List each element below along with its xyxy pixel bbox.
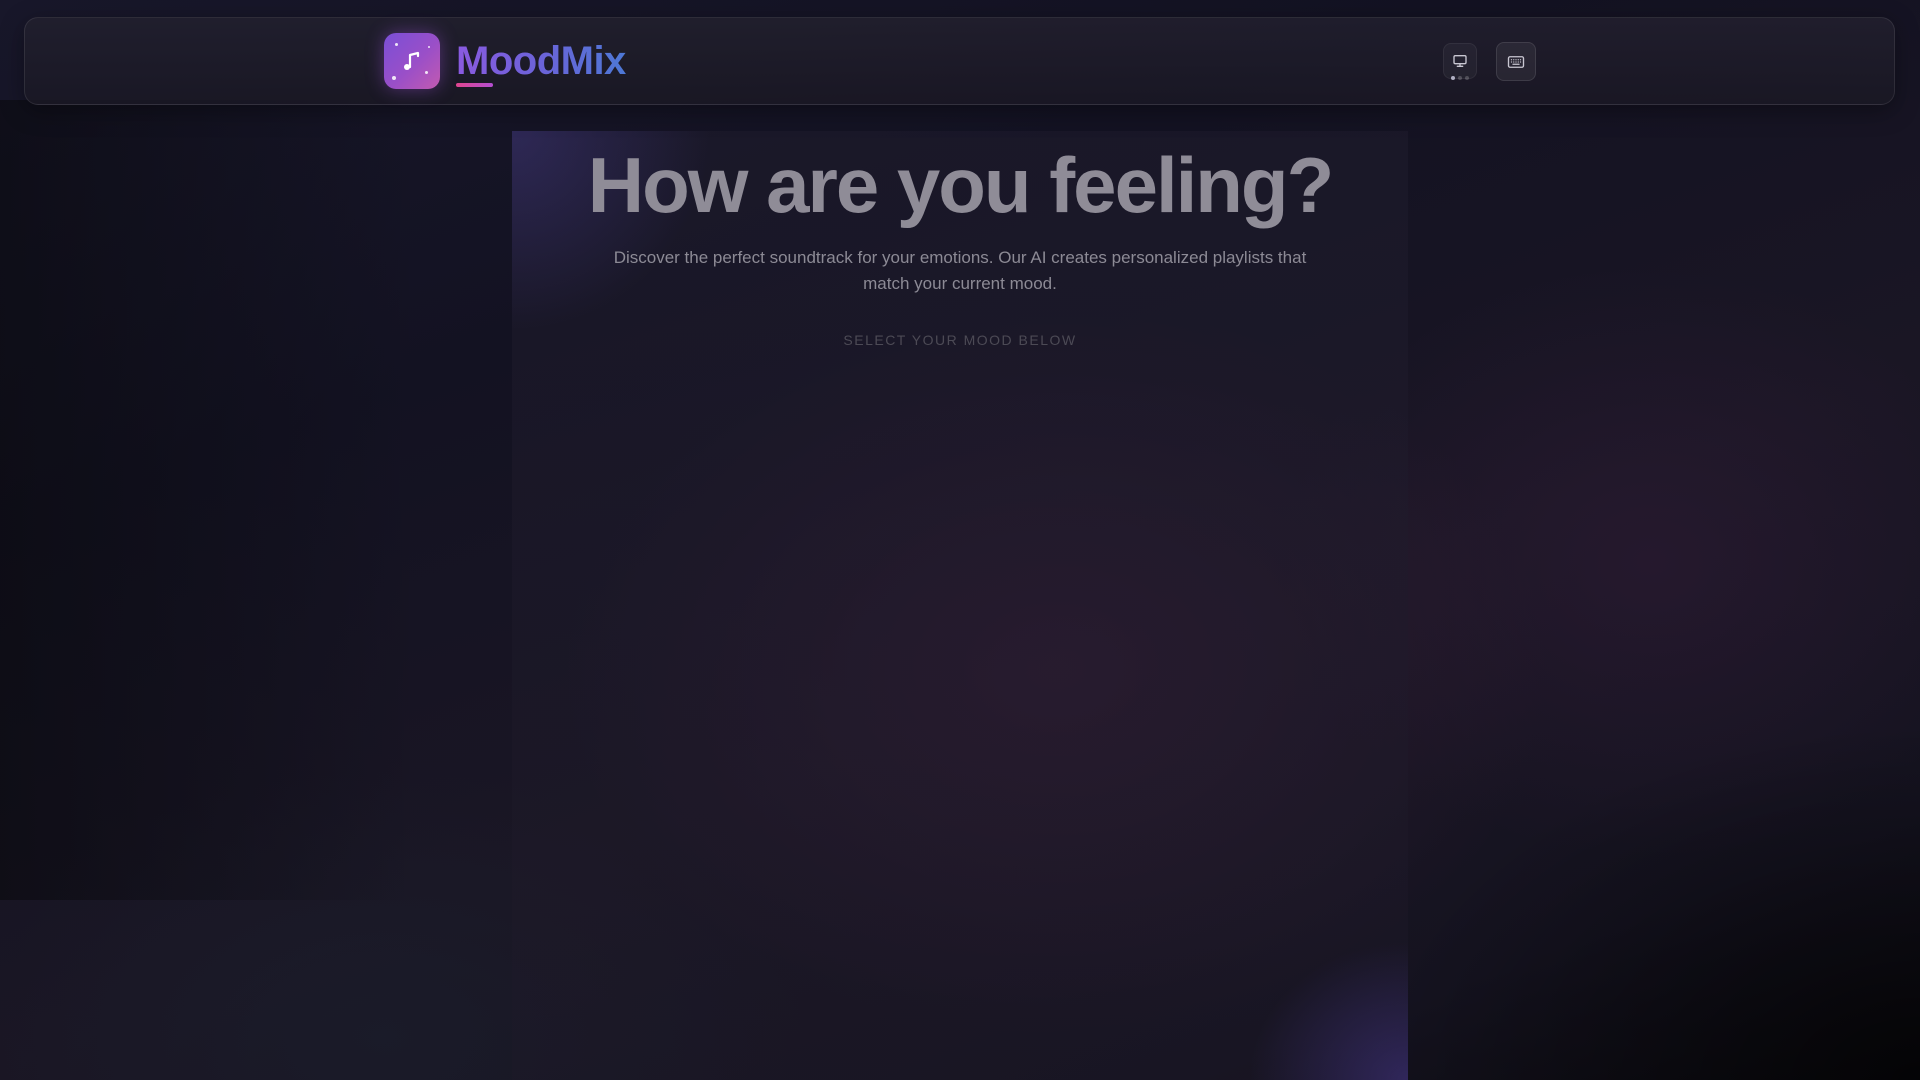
page-title: How are you feeling? [587,141,1334,229]
mood-select-prompt: SELECT YOUR MOOD BELOW [843,332,1077,348]
indicator-dot [1465,76,1469,80]
display-mode-button[interactable] [1443,43,1477,79]
app-root: MoodMix How are you feeling? Discover th… [0,0,1920,1080]
keyboard-icon [1507,55,1525,68]
monitor-icon [1453,55,1467,67]
indicator-dot [1458,76,1462,80]
page-subtitle: Discover the perfect soundtrack for your… [613,248,1307,293]
background-shade-bottom-right [1360,720,1920,1080]
page-indicator [1451,76,1469,80]
app-name: MoodMix [456,33,626,89]
wordmark-underline [456,83,493,87]
brand[interactable]: MoodMix [384,33,626,89]
top-header [24,17,1895,105]
keyboard-shortcuts-button[interactable] [1496,42,1536,81]
music-note-icon [384,33,440,89]
background-shade-left [0,100,420,900]
indicator-dot [1451,76,1455,80]
